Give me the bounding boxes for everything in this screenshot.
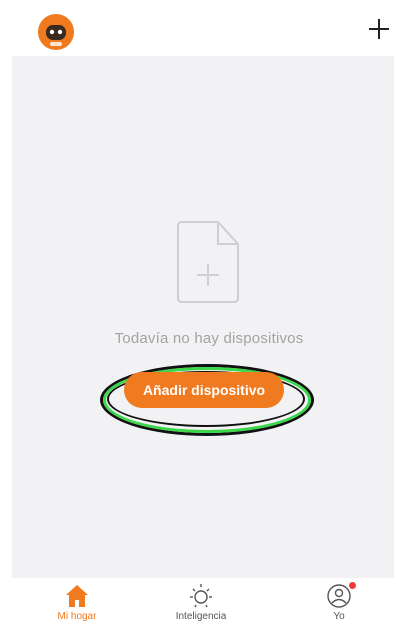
notification-dot	[349, 582, 356, 589]
header-bar	[0, 0, 396, 56]
home-icon	[63, 582, 91, 610]
document-plus-icon	[174, 220, 240, 304]
add-device-button[interactable]: Añadir dispositivo	[124, 372, 284, 408]
sun-icon	[187, 582, 215, 610]
device-list-area: Todavía no hay dispositivos Añadir dispo…	[12, 56, 394, 578]
tab-mi-hogar[interactable]: Mi hogar	[32, 578, 122, 625]
tab-yo[interactable]: Yo	[294, 578, 384, 625]
tab-label: Mi hogar	[57, 611, 97, 622]
robot-avatar-icon[interactable]	[38, 14, 74, 50]
tab-label: Yo	[333, 611, 345, 622]
tab-label: Inteligencia	[175, 611, 227, 622]
tab-inteligencia[interactable]: Inteligencia	[156, 578, 246, 625]
add-plus-icon[interactable]	[366, 16, 392, 42]
bottom-tab-bar: Mi hogar Inteligencia Yo	[0, 578, 396, 625]
empty-state-text: Todavía no hay dispositivos	[114, 330, 304, 347]
